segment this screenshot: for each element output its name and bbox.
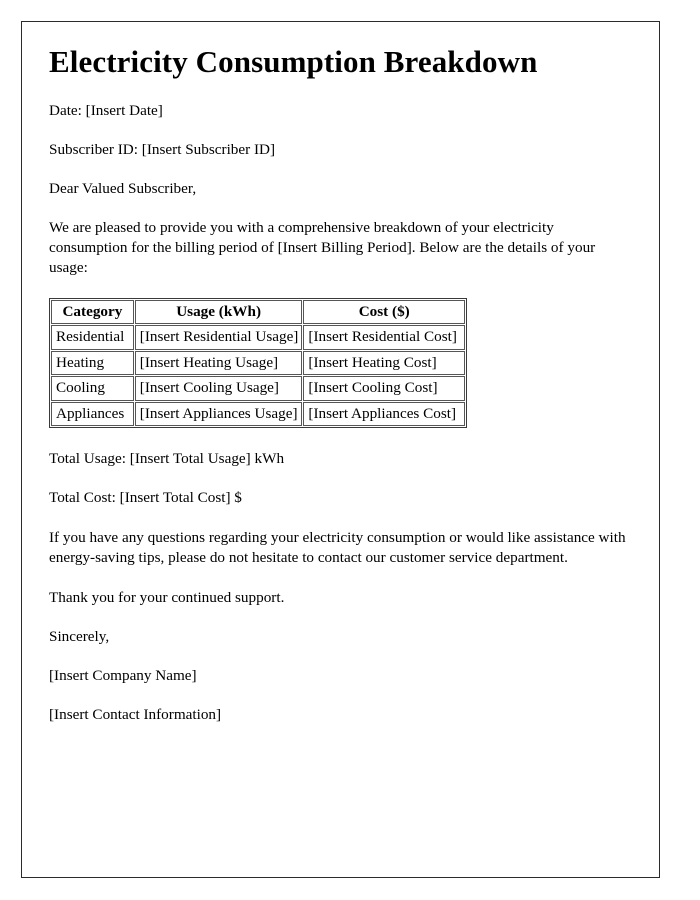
subscriber-id-line: Subscriber ID: [Insert Subscriber ID] <box>49 140 276 158</box>
cell-cost: [Insert Appliances Cost] <box>303 401 465 427</box>
document-body: Electricity Consumption Breakdown Date: … <box>49 44 631 725</box>
cell-usage: [Insert Residential Usage] <box>134 325 303 350</box>
cell-usage: [Insert Appliances Usage] <box>134 401 303 427</box>
thanks-paragraph: Thank you for your continued support. <box>49 588 285 606</box>
cell-usage: [Insert Cooling Usage] <box>134 376 303 401</box>
cell-usage: [Insert Heating Usage] <box>134 350 303 376</box>
closing-paragraph: If you have any questions regarding your… <box>49 529 626 567</box>
table-row: Heating [Insert Heating Usage] [Insert H… <box>51 350 465 376</box>
usage-breakdown-table: Category Usage (kWh) Cost ($) Residentia… <box>49 298 467 429</box>
page-title: Electricity Consumption Breakdown <box>49 44 538 79</box>
cell-category: Residential <box>51 325 134 350</box>
table-row: Residential [Insert Residential Usage] [… <box>51 325 465 350</box>
company-name: [Insert Company Name] <box>49 666 197 684</box>
cell-category: Heating <box>51 350 134 376</box>
total-usage-line: Total Usage: [Insert Total Usage] kWh <box>49 450 285 468</box>
table-header-row: Category Usage (kWh) Cost ($) <box>51 300 465 325</box>
total-cost-line: Total Cost: [Insert Total Cost] $ <box>49 489 242 507</box>
cell-cost: [Insert Heating Cost] <box>303 350 465 376</box>
contact-information: [Insert Contact Information] <box>49 705 222 723</box>
date-line: Date: [Insert Date] <box>49 101 163 119</box>
salutation: Dear Valued Subscriber, <box>49 179 197 197</box>
cell-category: Cooling <box>51 376 134 401</box>
cell-cost: [Insert Cooling Cost] <box>303 376 465 401</box>
usage-table-container: Category Usage (kWh) Cost ($) Residentia… <box>49 298 631 429</box>
document-page: Electricity Consumption Breakdown Date: … <box>21 21 660 878</box>
column-header-usage: Usage (kWh) <box>134 300 303 325</box>
intro-paragraph: We are pleased to provide you with a com… <box>49 218 596 276</box>
column-header-category: Category <box>51 300 134 325</box>
sign-off: Sincerely, <box>49 627 110 645</box>
column-header-cost: Cost ($) <box>303 300 465 325</box>
table-row: Appliances [Insert Appliances Usage] [In… <box>51 401 465 427</box>
cell-cost: [Insert Residential Cost] <box>303 325 465 350</box>
table-row: Cooling [Insert Cooling Usage] [Insert C… <box>51 376 465 401</box>
cell-category: Appliances <box>51 401 134 427</box>
